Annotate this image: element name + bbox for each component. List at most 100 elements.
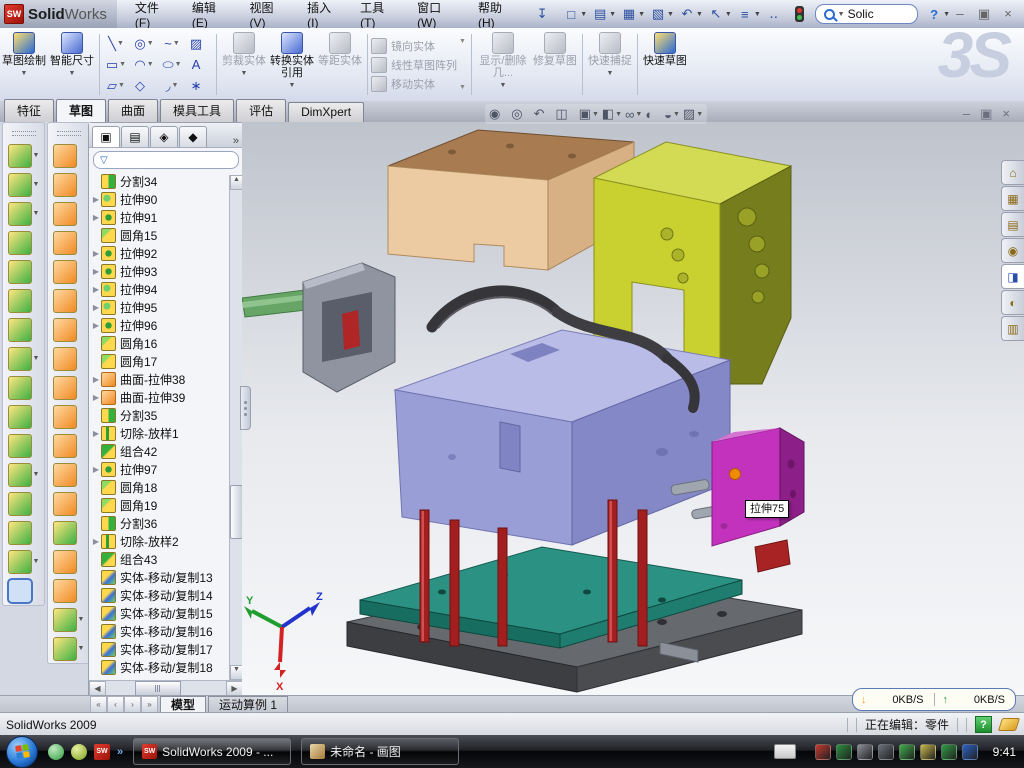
expand-arrow-icon[interactable]: ▶ [91, 393, 101, 402]
feature-tool-button[interactable]: ▼ [8, 373, 40, 402]
surface-tool-button[interactable]: ▼ [53, 199, 85, 228]
surface-tool-button[interactable]: ▼ [53, 431, 85, 460]
sketch-entity-button[interactable]: ▱ ▼ [103, 75, 129, 96]
view-tool-button[interactable]: ◉ ▼ [489, 106, 508, 122]
surface-tool-button[interactable]: ▼ [53, 257, 85, 286]
surface-tool-button[interactable]: ▼ [53, 315, 85, 344]
quick-snaps-button[interactable]: 快速捕捉 ▼ [586, 28, 634, 101]
feature-tree-item[interactable]: ▶ 切除-放样2 [91, 532, 243, 550]
feature-tool-button[interactable]: ▼ [8, 257, 40, 286]
toolbar-icon[interactable]: □ ▼ [561, 6, 589, 23]
doc-close-button[interactable]: × [1002, 106, 1010, 122]
sketch-entity-button[interactable]: A ▼ [187, 54, 213, 75]
tray-icon[interactable] [836, 744, 852, 760]
feature-tool-button[interactable]: ▼ [8, 547, 40, 576]
surface-tool-button[interactable]: ▼ [53, 605, 85, 634]
feature-tree-item[interactable]: ▶ 圆角15 [91, 226, 243, 244]
expand-arrow-icon[interactable]: ▶ [91, 267, 101, 276]
messenger-icon[interactable] [48, 744, 64, 760]
task-pane-tab[interactable]: ▤ [1001, 212, 1024, 237]
expand-arrow-icon[interactable]: ▶ [91, 429, 101, 438]
expand-arrow-icon[interactable]: ▶ [91, 285, 101, 294]
surface-tool-button[interactable]: ▼ [53, 228, 85, 257]
surface-tool-button[interactable]: ▼ [53, 518, 85, 547]
sketch-button[interactable]: 草图绘制 ▼ [0, 28, 48, 101]
scroll-left-icon[interactable]: ◀ [89, 681, 106, 696]
media-icon[interactable] [71, 744, 87, 760]
expand-arrow-icon[interactable]: ▶ [91, 303, 101, 312]
toolbar-icon[interactable]: ↶ ▼ [677, 5, 705, 23]
expand-arrow-icon[interactable]: ▶ [91, 321, 101, 330]
task-pane-tab[interactable]: ▦ [1001, 186, 1024, 211]
feature-tree-item[interactable]: ▶ 实体-移动/复制18 [91, 658, 243, 676]
start-button[interactable] [6, 736, 38, 768]
toolbar-icon[interactable]: ▤ ▼ [590, 5, 618, 23]
toolbar-icon[interactable]: ↖ ▼ [706, 5, 734, 23]
manager-tab[interactable]: ▣ [92, 126, 120, 147]
surface-tool-button[interactable]: ▼ [53, 460, 85, 489]
surface-tool-button[interactable]: ▼ [53, 170, 85, 199]
feature-tree-item[interactable]: ▶ 圆角17 [91, 352, 243, 370]
feature-tool-button[interactable]: ▼ [8, 141, 40, 170]
feature-tree-item[interactable]: ▶ 拉伸94 [91, 280, 243, 298]
search-dropdown-icon[interactable]: ▼ [838, 11, 845, 18]
tab-nav-button[interactable]: « [90, 696, 107, 713]
toolbar-icon[interactable]: ≡ ▼ [735, 6, 763, 23]
tray-icon[interactable] [878, 744, 894, 760]
feature-tool-button[interactable]: ▼ [8, 315, 40, 344]
expand-arrow-icon[interactable]: ▶ [91, 195, 101, 204]
feature-tool-button[interactable]: ▼ [8, 286, 40, 315]
ribbon-tab[interactable]: 曲面 [108, 99, 158, 122]
manager-tab[interactable]: ◆ [179, 126, 207, 147]
feature-tree-item[interactable]: ▶ 分割34 [91, 172, 243, 190]
feature-tree-item[interactable]: ▶ 圆角19 [91, 496, 243, 514]
expand-arrow-icon[interactable]: ▶ [91, 213, 101, 222]
task-pane-tab[interactable]: ⌂ [1001, 160, 1024, 185]
ribbon-tab[interactable]: 草图 [56, 99, 106, 122]
display-delete-relations-button[interactable]: 显示/删除几... ▼ [475, 28, 531, 101]
feature-tree-item[interactable]: ▶ 拉伸90 [91, 190, 243, 208]
surface-tool-button[interactable]: ▼ [53, 141, 85, 170]
manager-tab[interactable]: ◈ [150, 126, 178, 147]
toolbar-icon[interactable]: ‥ ▼ [764, 5, 792, 23]
feature-tool-button[interactable]: ▼ [8, 402, 40, 431]
feature-tree-item[interactable]: ▶ 拉伸92 [91, 244, 243, 262]
feature-tool-button[interactable]: ▼ [8, 460, 40, 489]
feature-tool-button[interactable]: ▼ [8, 170, 40, 199]
tray-icon[interactable] [962, 744, 978, 760]
toolbar-grip[interactable] [12, 131, 36, 136]
view-tool-button[interactable]: ◧ ▼ [602, 106, 622, 122]
quicklaunch-chevron-icon[interactable]: » [117, 746, 123, 758]
scroll-right-icon[interactable]: ▶ [226, 681, 243, 696]
doc-restore-button[interactable]: ▣ [980, 106, 992, 122]
search-input[interactable]: Solic [848, 7, 874, 21]
pattern-group-button[interactable]: 移动实体 [371, 76, 457, 92]
sketch-entity-button[interactable]: ◠ ▼ [131, 54, 157, 75]
feature-tool-button[interactable]: ▼ [8, 518, 40, 547]
ribbon-tab[interactable]: 特征 [4, 99, 54, 122]
trim-entities-button[interactable]: 剪裁实体 ▼ [220, 28, 268, 101]
tab-nav-button[interactable]: ‹ [107, 696, 124, 713]
surface-tool-button[interactable]: ▼ [53, 402, 85, 431]
feature-tree-item[interactable]: ▶ 圆角16 [91, 334, 243, 352]
feature-tree-item[interactable]: ▶ 拉伸96 [91, 316, 243, 334]
sketch-entity-button[interactable]: ╲ ▼ [103, 33, 129, 54]
view-tool-button[interactable]: ◐ ▼ [645, 107, 661, 122]
feature-tree-item[interactable]: ▶ 切除-放样1 [91, 424, 243, 442]
feature-tree-item[interactable]: ▶ 拉伸97 [91, 460, 243, 478]
sketch-entity-button[interactable]: ◇ ▼ [131, 75, 157, 96]
pattern-group-button[interactable]: 镜向实体 [371, 38, 457, 54]
tray-icon[interactable] [899, 744, 915, 760]
toolbar-icon[interactable]: ▦ ▼ [619, 5, 647, 23]
assembly-model[interactable]: Y Z X [242, 122, 1024, 695]
surface-tool-button[interactable]: ▼ [53, 344, 85, 373]
feature-tool-button[interactable]: ▼ [8, 431, 40, 460]
toolbar-icon[interactable]: ↧ ▼ [532, 5, 560, 23]
tag-icon[interactable] [998, 718, 1020, 731]
pattern-group-button[interactable]: 线性草图阵列 [371, 57, 457, 73]
feature-tool-button[interactable]: ▼ [8, 489, 40, 518]
feature-tree-item[interactable]: ▶ 曲面-拉伸38 [91, 370, 243, 388]
view-tool-button[interactable]: ∞ ▼ [625, 107, 642, 122]
tray-icon[interactable] [857, 744, 873, 760]
tab-nav-button[interactable]: » [141, 696, 158, 713]
